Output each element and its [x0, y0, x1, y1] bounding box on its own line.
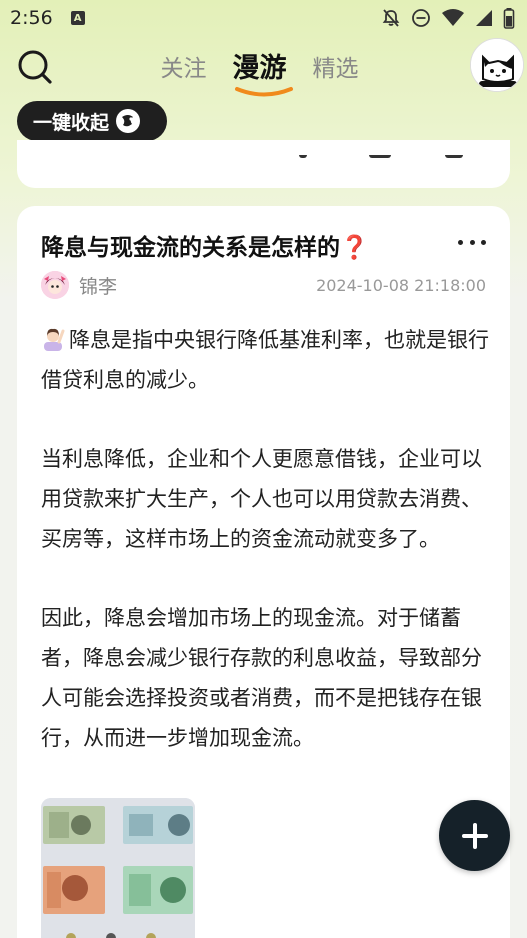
tab-featured[interactable]: 精选 — [313, 46, 359, 85]
cat-avatar-icon — [471, 39, 523, 91]
do-not-disturb-icon — [412, 9, 430, 27]
author-row: 锦李 2024-10-08 21:18:00 — [41, 270, 486, 300]
prev-card-action-icon — [299, 148, 307, 158]
dot-icon — [458, 239, 463, 245]
dot-icon — [469, 239, 475, 245]
author-avatar[interactable] — [41, 271, 69, 299]
paragraph-text: 降息是指中央银行降低基准利率，也就是银行借贷利息的减少。 — [41, 328, 489, 392]
signal-icon — [476, 10, 492, 26]
plus-icon — [461, 822, 488, 849]
collapse-icon — [116, 109, 141, 133]
post-paragraph: 因此，降息会增加市场上的现金流。对于储蓄者，降息会减少银行存款的利息收益，导致部… — [41, 606, 482, 750]
post-image[interactable] — [41, 798, 195, 938]
post-paragraph: 当利息降低，企业和个人更愿意借钱，企业可以用贷款来扩大生产，个人也可以用贷款去消… — [41, 447, 482, 551]
post-card[interactable]: 降息与现金流的关系是怎样的❓ 锦李 2024-10-08 21:18:00 降息… — [17, 206, 510, 938]
anime-avatar-icon — [41, 271, 69, 299]
tab-roam[interactable]: 漫游 — [232, 46, 293, 97]
mute-bell-icon — [382, 9, 400, 27]
create-post-button[interactable] — [439, 800, 510, 871]
wifi-icon — [442, 9, 464, 26]
prev-card-action-icon — [445, 148, 463, 158]
prev-card-action-icon — [369, 148, 391, 158]
banknotes-image-icon — [41, 798, 195, 938]
post-timestamp: 2024-10-08 21:18:00 — [316, 275, 486, 295]
top-nav: 关注 漫游 精选 — [0, 36, 527, 98]
post-body: 降息是指中央银行降低基准利率，也就是银行借贷利息的减少。 当利息降低，企业和个人… — [41, 320, 491, 797]
battery-icon — [503, 8, 515, 29]
post-paragraph: 降息是指中央银行降低基准利率，也就是银行借贷利息的减少。 — [41, 320, 491, 400]
tab-active-indicator — [234, 87, 293, 97]
tab-following[interactable]: 关注 — [161, 46, 207, 85]
notification-icon: A — [70, 11, 85, 25]
person-raising-hand-icon — [44, 328, 65, 351]
more-options-button[interactable] — [458, 236, 486, 248]
feed-tabs: 关注 漫游 精选 — [0, 46, 527, 97]
collapse-all-label: 一键收起 — [33, 111, 110, 134]
status-time: 2:56 — [10, 7, 53, 29]
collapse-all-button[interactable]: 一键收起 — [17, 101, 167, 141]
status-bar: 2:56 A — [0, 0, 527, 36]
post-title: 降息与现金流的关系是怎样的❓ — [41, 235, 369, 261]
author-name[interactable]: 锦李 — [79, 272, 117, 299]
user-avatar[interactable] — [470, 38, 524, 92]
status-icons — [381, 7, 515, 29]
tab-roam-label: 漫游 — [232, 53, 287, 84]
dot-icon — [481, 239, 486, 245]
previous-post-card[interactable] — [17, 140, 510, 188]
